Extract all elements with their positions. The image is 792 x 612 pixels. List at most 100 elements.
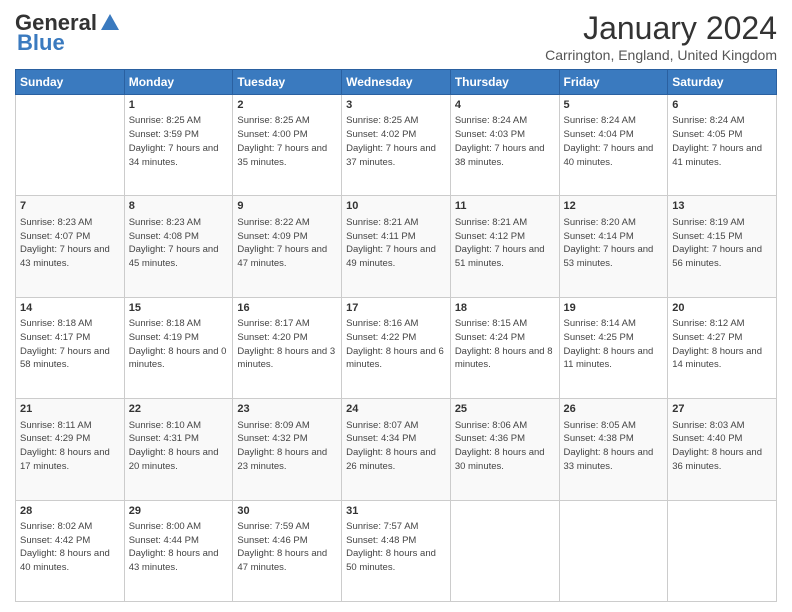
page: General Blue January 2024 Carrington, En… — [0, 0, 792, 612]
calendar-cell: 5Sunrise: 8:24 AMSunset: 4:04 PMDaylight… — [559, 95, 668, 196]
logo: General Blue — [15, 10, 121, 56]
cell-info: Sunrise: 8:17 AMSunset: 4:20 PMDaylight:… — [237, 317, 337, 372]
cell-info: Sunrise: 8:25 AMSunset: 4:02 PMDaylight:… — [346, 114, 446, 169]
cell-day-number: 15 — [129, 301, 229, 316]
cell-info: Sunrise: 8:24 AMSunset: 4:03 PMDaylight:… — [455, 114, 555, 169]
cell-day-number: 30 — [237, 504, 337, 519]
calendar-cell: 18Sunrise: 8:15 AMSunset: 4:24 PMDayligh… — [450, 297, 559, 398]
calendar-cell: 24 Sunrise: 8:07 AMSunset: 4:34 PMDayligh… — [342, 399, 451, 500]
calendar-cell: 2Sunrise: 8:25 AMSunset: 4:00 PMDaylight… — [233, 95, 342, 196]
cell-day-number: 20 — [672, 301, 772, 316]
cell-info: Sunrise: 8:23 AMSunset: 4:08 PMDaylight:… — [129, 216, 229, 271]
calendar-cell — [668, 500, 777, 601]
cell-info: Sunrise: 8:18 AMSunset: 4:17 PMDaylight:… — [20, 317, 120, 372]
cell-info: Sunrise: 8:10 AMSunset: 4:31 PMDaylight:… — [129, 419, 229, 474]
cell-day-number: 12 — [564, 199, 664, 214]
cell-day-number: 13 — [672, 199, 772, 214]
day-header-tuesday: Tuesday — [233, 70, 342, 95]
calendar-cell: 14Sunrise: 8:18 AMSunset: 4:17 PMDayligh… — [16, 297, 125, 398]
calendar-cell: 19Sunrise: 8:14 AMSunset: 4:25 PMDayligh… — [559, 297, 668, 398]
cell-day-number: 3 — [346, 98, 446, 113]
calendar-cell: 20Sunrise: 8:12 AMSunset: 4:27 PMDayligh… — [668, 297, 777, 398]
calendar-cell: 4Sunrise: 8:24 AMSunset: 4:03 PMDaylight… — [450, 95, 559, 196]
logo-blue: Blue — [17, 30, 65, 56]
cell-info: Sunrise: 8:12 AMSunset: 4:27 PMDaylight:… — [672, 317, 772, 372]
calendar-cell — [16, 95, 125, 196]
cell-info: Sunrise: 8:15 AMSunset: 4:24 PMDaylight:… — [455, 317, 555, 372]
cell-day-number: 18 — [455, 301, 555, 316]
cell-day-number: 21 — [20, 402, 120, 417]
calendar-cell: 12 Sunrise: 8:20 AMSunset: 4:14 PMDayligh… — [559, 196, 668, 297]
day-header-wednesday: Wednesday — [342, 70, 451, 95]
calendar-cell: 27 Sunrise: 8:03 AMSunset: 4:40 PMDayligh… — [668, 399, 777, 500]
cell-day-number: 11 — [455, 199, 555, 214]
calendar-week-1: 1Sunrise: 8:25 AMSunset: 3:59 PMDaylight… — [16, 95, 777, 196]
calendar-cell: 13 Sunrise: 8:19 AMSunset: 4:15 PMDayligh… — [668, 196, 777, 297]
cell-day-number: 10 — [346, 199, 446, 214]
calendar-cell: 7 Sunrise: 8:23 AMSunset: 4:07 PMDaylight… — [16, 196, 125, 297]
calendar-cell: 1Sunrise: 8:25 AMSunset: 3:59 PMDaylight… — [124, 95, 233, 196]
calendar-table: SundayMondayTuesdayWednesdayThursdayFrid… — [15, 69, 777, 602]
calendar-cell: 9 Sunrise: 8:22 AMSunset: 4:09 PMDaylight… — [233, 196, 342, 297]
day-header-thursday: Thursday — [450, 70, 559, 95]
calendar-week-3: 14Sunrise: 8:18 AMSunset: 4:17 PMDayligh… — [16, 297, 777, 398]
calendar-cell: 28Sunrise: 8:02 AMSunset: 4:42 PMDayligh… — [16, 500, 125, 601]
cell-info: Sunrise: 8:11 AMSunset: 4:29 PMDaylight:… — [20, 419, 120, 474]
calendar-cell: 25Sunrise: 8:06 AMSunset: 4:36 PMDayligh… — [450, 399, 559, 500]
cell-info: Sunrise: 8:20 AMSunset: 4:14 PMDaylight:… — [564, 216, 664, 271]
day-header-sunday: Sunday — [16, 70, 125, 95]
cell-info: Sunrise: 8:02 AMSunset: 4:42 PMDaylight:… — [20, 520, 120, 575]
cell-info: Sunrise: 8:06 AMSunset: 4:36 PMDaylight:… — [455, 419, 555, 474]
cell-day-number: 23 — [237, 402, 337, 417]
calendar-cell — [559, 500, 668, 601]
calendar-cell: 11 Sunrise: 8:21 AMSunset: 4:12 PMDayligh… — [450, 196, 559, 297]
cell-info: Sunrise: 8:16 AMSunset: 4:22 PMDaylight:… — [346, 317, 446, 372]
cell-day-number: 29 — [129, 504, 229, 519]
cell-info: Sunrise: 8:25 AMSunset: 3:59 PMDaylight:… — [129, 114, 229, 169]
cell-info: Sunrise: 8:24 AMSunset: 4:05 PMDaylight:… — [672, 114, 772, 169]
calendar-week-4: 21 Sunrise: 8:11 AMSunset: 4:29 PMDayligh… — [16, 399, 777, 500]
calendar-cell: 15Sunrise: 8:18 AMSunset: 4:19 PMDayligh… — [124, 297, 233, 398]
cell-day-number: 5 — [564, 98, 664, 113]
calendar-cell: 17Sunrise: 8:16 AMSunset: 4:22 PMDayligh… — [342, 297, 451, 398]
day-header-saturday: Saturday — [668, 70, 777, 95]
cell-info: Sunrise: 8:07 AMSunset: 4:34 PMDaylight:… — [346, 419, 446, 474]
cell-day-number: 24 — [346, 402, 446, 417]
calendar-cell: 29Sunrise: 8:00 AMSunset: 4:44 PMDayligh… — [124, 500, 233, 601]
cell-day-number: 28 — [20, 504, 120, 519]
cell-info: Sunrise: 8:05 AMSunset: 4:38 PMDaylight:… — [564, 419, 664, 474]
cell-day-number: 27 — [672, 402, 772, 417]
cell-day-number: 19 — [564, 301, 664, 316]
cell-info: Sunrise: 8:25 AMSunset: 4:00 PMDaylight:… — [237, 114, 337, 169]
cell-info: Sunrise: 8:21 AMSunset: 4:12 PMDaylight:… — [455, 216, 555, 271]
cell-info: Sunrise: 7:59 AMSunset: 4:46 PMDaylight:… — [237, 520, 337, 575]
cell-day-number: 7 — [20, 199, 120, 214]
cell-info: Sunrise: 8:18 AMSunset: 4:19 PMDaylight:… — [129, 317, 229, 372]
cell-info: Sunrise: 8:14 AMSunset: 4:25 PMDaylight:… — [564, 317, 664, 372]
calendar-cell: 6Sunrise: 8:24 AMSunset: 4:05 PMDaylight… — [668, 95, 777, 196]
calendar-week-2: 7 Sunrise: 8:23 AMSunset: 4:07 PMDaylight… — [16, 196, 777, 297]
cell-day-number: 2 — [237, 98, 337, 113]
cell-day-number: 9 — [237, 199, 337, 214]
header: General Blue January 2024 Carrington, En… — [15, 10, 777, 63]
logo-icon — [99, 12, 121, 34]
title-block: January 2024 Carrington, England, United… — [545, 10, 777, 63]
cell-info: Sunrise: 8:22 AMSunset: 4:09 PMDaylight:… — [237, 216, 337, 271]
calendar-cell: 3Sunrise: 8:25 AMSunset: 4:02 PMDaylight… — [342, 95, 451, 196]
cell-info: Sunrise: 8:24 AMSunset: 4:04 PMDaylight:… — [564, 114, 664, 169]
cell-day-number: 26 — [564, 402, 664, 417]
calendar-header-row: SundayMondayTuesdayWednesdayThursdayFrid… — [16, 70, 777, 95]
calendar-cell: 8Sunrise: 8:23 AMSunset: 4:08 PMDaylight… — [124, 196, 233, 297]
cell-day-number: 16 — [237, 301, 337, 316]
cell-info: Sunrise: 8:03 AMSunset: 4:40 PMDaylight:… — [672, 419, 772, 474]
cell-day-number: 22 — [129, 402, 229, 417]
cell-day-number: 6 — [672, 98, 772, 113]
cell-day-number: 17 — [346, 301, 446, 316]
calendar-cell: 30Sunrise: 7:59 AMSunset: 4:46 PMDayligh… — [233, 500, 342, 601]
calendar-cell: 26 Sunrise: 8:05 AMSunset: 4:38 PMDayligh… — [559, 399, 668, 500]
cell-day-number: 31 — [346, 504, 446, 519]
calendar-cell: 31Sunrise: 7:57 AMSunset: 4:48 PMDayligh… — [342, 500, 451, 601]
cell-info: Sunrise: 8:23 AMSunset: 4:07 PMDaylight:… — [20, 216, 120, 271]
cell-info: Sunrise: 8:19 AMSunset: 4:15 PMDaylight:… — [672, 216, 772, 271]
calendar-cell: 22 Sunrise: 8:10 AMSunset: 4:31 PMDayligh… — [124, 399, 233, 500]
